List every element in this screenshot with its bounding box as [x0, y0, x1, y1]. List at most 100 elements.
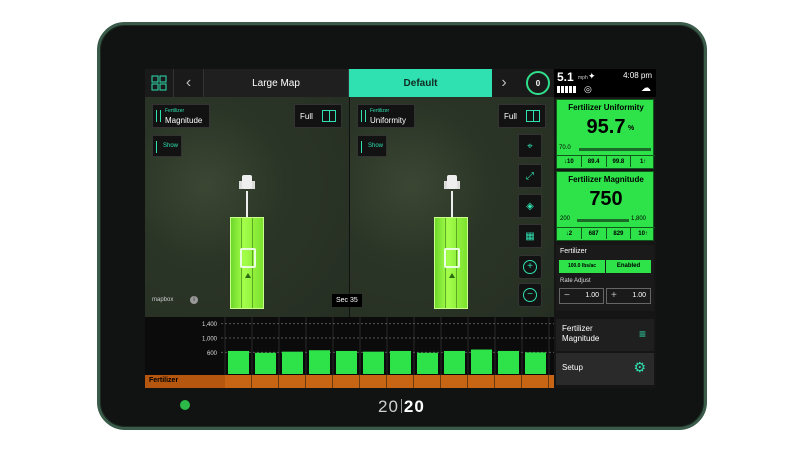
bar-row-5 — [336, 350, 357, 374]
bar-row-1 — [228, 350, 249, 374]
magnitude-v2: 829 — [607, 228, 632, 239]
wireless-icon: ◎ — [584, 84, 592, 94]
bar-row-9 — [444, 350, 465, 374]
uniformity-v2: 99.8 — [607, 156, 632, 167]
layout-grid-button[interactable] — [145, 69, 174, 97]
full-screen-button[interactable]: Full — [294, 104, 342, 128]
layer-name: Uniformity — [370, 116, 407, 125]
cloud-icon: ☁ — [641, 83, 651, 94]
applied-strip — [434, 217, 468, 309]
magnitude-max: 1,800 — [631, 216, 647, 222]
split-view-icon — [526, 110, 540, 122]
bar-row-7 — [390, 350, 411, 374]
y-tick-label: 600 — [207, 351, 218, 357]
tractor-icon — [444, 173, 460, 191]
setup-button[interactable]: Setup ⚙ — [556, 353, 654, 385]
bar-row-10 — [471, 349, 492, 374]
layer-icon — [361, 110, 366, 122]
zoom-in-button[interactable]: + — [518, 255, 542, 279]
uniformity-range-bar — [579, 148, 651, 151]
zoom-out-button[interactable]: − — [518, 283, 542, 307]
bar-row-3 — [282, 351, 303, 374]
layer-selector-magnitude[interactable]: Fertilizer Magnitude — [152, 104, 210, 128]
uniformity-stats: ↓10 89.4 99.8 1↑ — [557, 155, 655, 167]
product-label: Fertilizer — [149, 377, 179, 384]
expand-button[interactable]: ⤢ — [518, 164, 542, 188]
y-tick-label: 1,000 — [202, 337, 218, 343]
show-label: Show — [163, 143, 179, 149]
notification-bell-button[interactable]: 0 — [526, 71, 550, 95]
enabled-toggle[interactable]: Enabled — [606, 260, 651, 273]
fertilizer-title: Fertilizer — [560, 248, 587, 255]
rate-decrease-button[interactable]: −1.00 — [559, 288, 604, 304]
uniformity-high: 1↑ — [639, 159, 647, 165]
minus-icon: − — [564, 290, 570, 301]
screen: ‹ Large Map Default › 0 5.1 mph ✦ 4:08 p… — [145, 69, 656, 388]
magnitude-line2: Magnitude — [562, 334, 600, 343]
layer-selector-uniformity[interactable]: Fertilizer Uniformity — [357, 104, 415, 128]
top-bar: ‹ Large Map Default › — [145, 69, 554, 97]
layer-category: Fertilizer — [165, 108, 185, 114]
speed-unit: mph — [578, 75, 588, 81]
power-led — [180, 400, 190, 410]
uniformity-v1: 89.4 — [582, 156, 607, 167]
full-label: Full — [504, 112, 517, 121]
tab-default[interactable]: Default — [349, 69, 492, 97]
info-icon[interactable]: i — [190, 296, 198, 304]
legend-icon — [156, 141, 159, 153]
mapbox-logo: mapbox — [152, 297, 174, 303]
map-tools: ⌖ ⤢ ◈ ▦ — [518, 134, 544, 254]
plus-icon: + — [523, 260, 537, 274]
plus-icon: + — [611, 290, 617, 301]
applied-strip — [230, 217, 264, 309]
bar-row-12 — [525, 352, 546, 374]
bar-row-4 — [309, 350, 330, 374]
show-label: Show — [368, 143, 384, 149]
show-legend-button[interactable]: Show — [357, 135, 387, 157]
bar-row-6 — [363, 351, 384, 374]
satellite-icon: ✦ — [588, 71, 596, 81]
magnitude-menu-button[interactable]: Fertilizer Magnitude ≡ — [556, 319, 654, 351]
layer-icon — [156, 110, 161, 122]
layer-category: Fertilizer — [370, 108, 390, 114]
hitch-line — [246, 191, 248, 217]
tab-large-map[interactable]: Large Map — [204, 69, 349, 97]
rate-adjust-label: Rate Adjust — [560, 278, 591, 284]
row-cells — [225, 375, 554, 388]
grid-icon — [151, 75, 167, 91]
next-page-button[interactable]: › — [492, 69, 516, 97]
uniformity-unit: % — [628, 125, 635, 132]
brand-logo: 20 20 — [378, 397, 425, 416]
menu-icon: ≡ — [638, 327, 646, 341]
minus-icon: − — [523, 288, 537, 302]
direction-arrow-icon — [449, 273, 455, 278]
bar-row-11 — [498, 350, 519, 374]
layer-name: Magnitude — [165, 116, 203, 125]
grid-view-button[interactable]: ▦ — [518, 224, 542, 248]
full-screen-button[interactable]: Full — [498, 104, 546, 128]
compass-button[interactable]: ⌖ — [518, 134, 542, 158]
magnitude-card[interactable]: Fertilizer Magnitude 750 200 1,800 ↓2 68… — [556, 171, 655, 241]
show-legend-button[interactable]: Show — [152, 135, 182, 157]
implement-icon — [444, 248, 460, 268]
map-view-magnitude[interactable]: Fertilizer Magnitude Show Full mapbox i — [145, 97, 349, 317]
status-area: 5.1 mph ✦ 4:08 pm ◎ ☁ — [554, 69, 656, 97]
uniformity-value: 95.7 — [586, 116, 626, 138]
legend-icon — [361, 141, 364, 153]
setup-label: Setup — [562, 363, 583, 372]
full-label: Full — [300, 112, 313, 121]
table-icon: ▦ — [525, 230, 535, 242]
hitch-line — [451, 191, 453, 217]
magnitude-range-bar — [577, 219, 629, 222]
expand-icon: ⤢ — [526, 170, 534, 182]
previous-page-button[interactable]: ‹ — [174, 69, 204, 97]
rate-value[interactable]: 100.0 lbs/ac — [559, 260, 605, 273]
vehicle-icon: ◈ — [526, 200, 534, 212]
rate-increase-button[interactable]: +1.00 — [606, 288, 651, 304]
uniformity-low: ↓10 — [557, 156, 582, 167]
uniformity-card[interactable]: Fertilizer Uniformity 95.7 % 70.0 ↓10 89… — [556, 99, 655, 169]
product-row: Fertilizer — [145, 375, 554, 388]
gear-icon: ⚙ — [633, 359, 646, 375]
bar-row-2 — [255, 352, 276, 374]
vehicle-view-button[interactable]: ◈ — [518, 194, 542, 218]
